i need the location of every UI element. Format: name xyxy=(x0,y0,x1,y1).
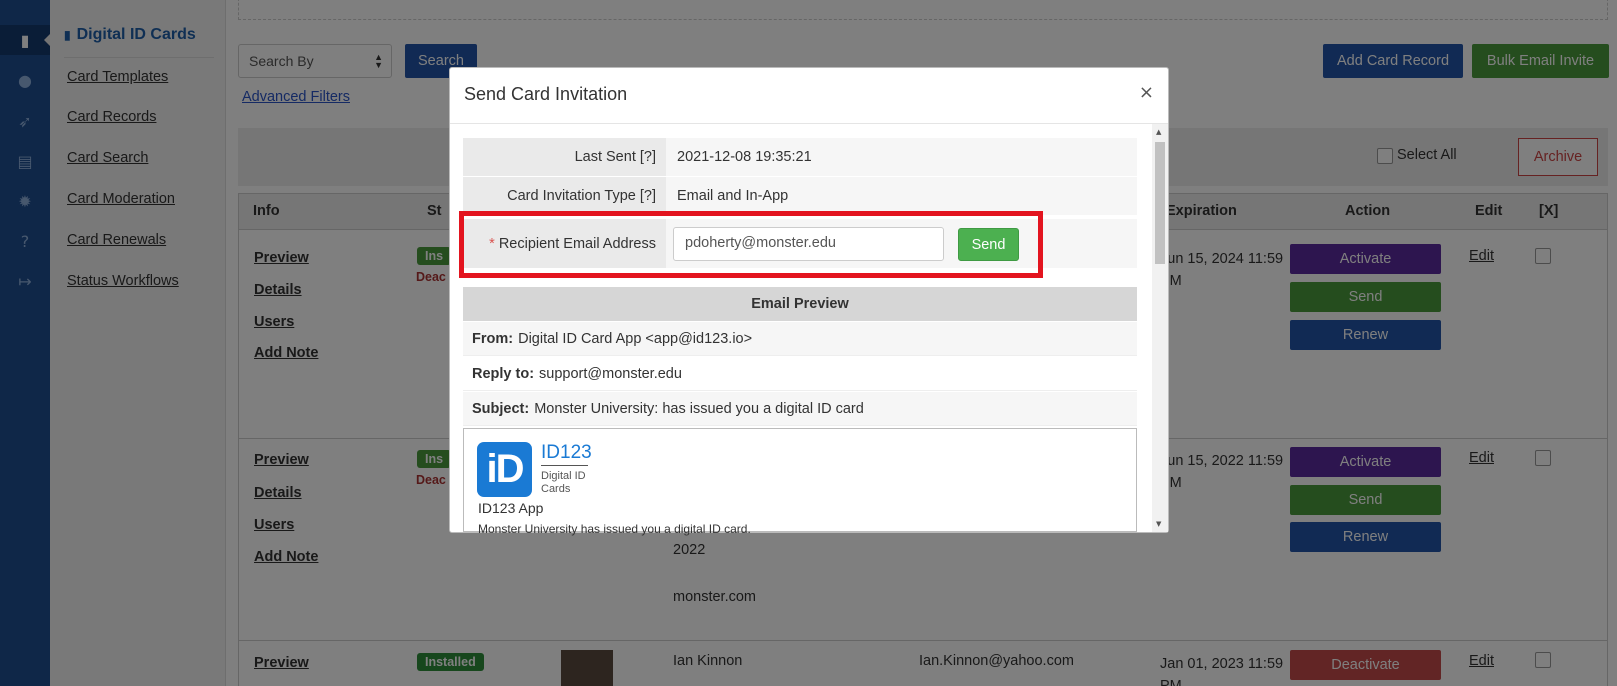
last-sent-label: Last Sent [?] xyxy=(463,138,666,176)
modal-header: Send Card Invitation × xyxy=(450,68,1168,124)
last-sent-row: Last Sent [?] 2021-12-08 19:35:21 xyxy=(463,138,1137,176)
logo-divider xyxy=(541,465,588,466)
modal-scrollbar[interactable]: ▲ ▼ xyxy=(1152,124,1168,532)
modal-title: Send Card Invitation xyxy=(464,84,628,104)
email-preview-header: Email Preview xyxy=(463,287,1137,321)
scroll-thumb[interactable] xyxy=(1155,142,1165,264)
close-icon[interactable]: × xyxy=(1139,82,1154,103)
id123-logo-icon: iD xyxy=(477,442,532,497)
subject-value: Monster University: has issued you a dig… xyxy=(534,400,864,417)
reply-label: Reply to: xyxy=(472,365,535,382)
scroll-up-icon[interactable]: ▲ xyxy=(1156,128,1161,136)
logo-title: ID123 xyxy=(541,442,592,463)
reply-value: support@monster.edu xyxy=(539,365,682,382)
last-sent-value: 2021-12-08 19:35:21 xyxy=(677,149,812,165)
logo-subtitle: Digital ID Cards xyxy=(541,470,586,495)
scroll-down-icon[interactable]: ▼ xyxy=(1156,520,1161,528)
highlight-box xyxy=(459,211,1043,278)
email-from-row: From: Digital ID Card App <app@id123.io> xyxy=(463,322,1137,356)
invitation-type-value: Email and In-App xyxy=(677,188,789,204)
subject-label: Subject: xyxy=(472,400,530,417)
email-reply-row: Reply to: support@monster.edu xyxy=(463,357,1137,391)
issued-message: Monster University has issued you a digi… xyxy=(478,522,751,536)
invitation-type-label: Card Invitation Type [?] xyxy=(463,177,666,215)
app-name: ID123 App xyxy=(478,500,544,516)
email-subject-row: Subject: Monster University: has issued … xyxy=(463,392,1137,426)
from-value: Digital ID Card App <app@id123.io> xyxy=(518,330,753,347)
email-body-preview: iD ID123 Digital ID Cards ID123 App Mons… xyxy=(463,428,1137,536)
from-label: From: xyxy=(472,330,514,347)
invitation-type-row: Card Invitation Type [?] Email and In-Ap… xyxy=(463,177,1137,215)
